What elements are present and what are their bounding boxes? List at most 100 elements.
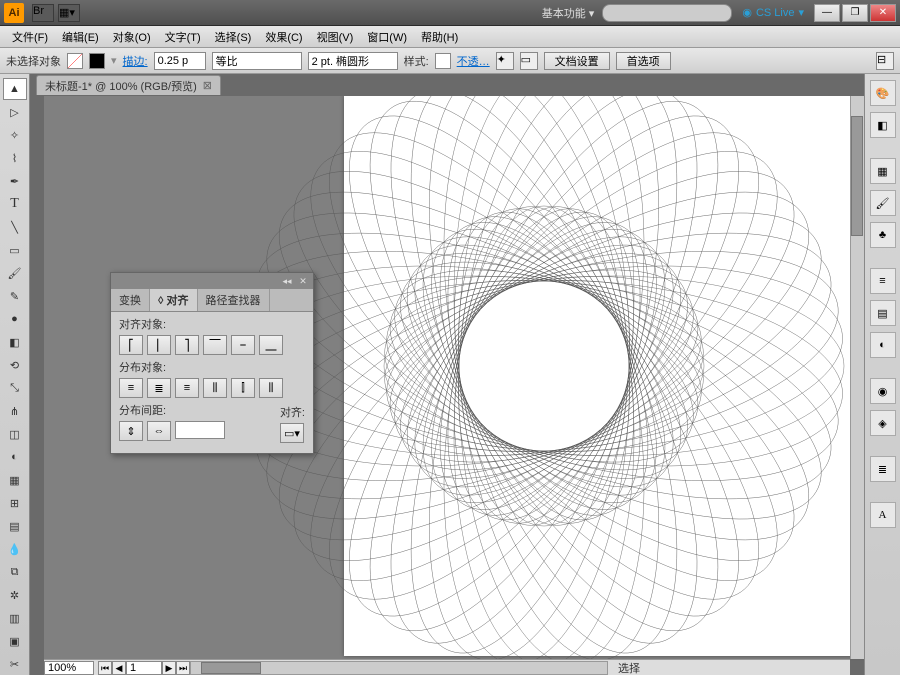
v-scroll-thumb[interactable] <box>851 116 863 236</box>
panel-header[interactable]: ◂◂ ✕ <box>111 273 313 289</box>
align-bottom-button[interactable]: ⎽ <box>259 335 283 355</box>
graph-tool[interactable]: ▥ <box>3 607 27 629</box>
line-tool[interactable]: ╲ <box>3 216 27 238</box>
dist-bottom-button[interactable]: ≡ <box>175 378 199 398</box>
dist-top-button[interactable]: ≡ <box>119 378 143 398</box>
menu-object[interactable]: 对象(O) <box>107 27 157 47</box>
vertical-scrollbar[interactable] <box>850 96 864 659</box>
document-tab[interactable]: 未标题-1* @ 100% (RGB/预览) ⊠ <box>36 75 221 95</box>
tab-close-icon[interactable]: ⊠ <box>203 79 212 92</box>
slice-tool[interactable]: ✂ <box>3 653 27 675</box>
rectangle-tool[interactable]: ▭ <box>3 239 27 261</box>
swatches-panel-icon[interactable]: ▦ <box>870 158 896 184</box>
menu-help[interactable]: 帮助(H) <box>415 27 464 47</box>
align-hcenter-button[interactable]: ⎢ <box>147 335 171 355</box>
color-guide-panel-icon[interactable]: ◧ <box>870 112 896 138</box>
prefs-button[interactable]: 首选项 <box>616 52 671 70</box>
align-to-button[interactable]: ▭▾ <box>280 423 304 443</box>
h-scroll-track[interactable] <box>190 661 608 675</box>
align-top-button[interactable]: ⎺ <box>203 335 227 355</box>
appearance-panel-icon[interactable]: ◉ <box>870 378 896 404</box>
magic-wand-tool[interactable]: ✧ <box>3 124 27 146</box>
transparency-panel-icon[interactable]: ◐ <box>870 332 896 358</box>
stroke-swatch[interactable] <box>89 53 105 69</box>
panel-collapse-icon[interactable]: ◂◂ <box>281 275 293 287</box>
menu-window[interactable]: 窗口(W) <box>361 27 413 47</box>
zoom-input[interactable] <box>44 661 94 675</box>
tab-transform[interactable]: 变换 <box>111 289 150 311</box>
brushes-panel-icon[interactable]: 🖌 <box>870 190 896 216</box>
bridge-button[interactable]: Br <box>32 4 54 22</box>
search-input[interactable] <box>602 4 732 22</box>
stroke-link[interactable]: 描边: <box>123 53 148 69</box>
symbols-panel-icon[interactable]: ♣ <box>870 222 896 248</box>
minimize-button[interactable]: — <box>814 4 840 22</box>
fill-swatch[interactable] <box>67 53 83 69</box>
lasso-tool[interactable]: ⌇ <box>3 147 27 169</box>
cslive-button[interactable]: ◉CS Live ▾ <box>742 6 804 19</box>
eyedropper-tool[interactable]: 💧 <box>3 538 27 560</box>
width-tool[interactable]: ⋔ <box>3 400 27 422</box>
character-panel-icon[interactable]: A <box>870 502 896 528</box>
rotate-tool[interactable]: ⟲ <box>3 354 27 376</box>
menu-select[interactable]: 选择(S) <box>209 27 258 47</box>
color-panel-icon[interactable]: 🎨 <box>870 80 896 106</box>
menu-type[interactable]: 文字(T) <box>159 27 207 47</box>
menu-view[interactable]: 视图(V) <box>311 27 360 47</box>
dist-right-button[interactable]: ⫼ <box>259 378 283 398</box>
page-input[interactable] <box>126 661 162 675</box>
align-right-button[interactable]: ⎤ <box>175 335 199 355</box>
first-page-button[interactable]: ⏮ <box>98 661 112 675</box>
opacity-link[interactable]: 不透… <box>457 53 490 69</box>
graphic-styles-panel-icon[interactable]: ◈ <box>870 410 896 436</box>
scale-tool[interactable]: ⤡ <box>3 377 27 399</box>
mesh-tool[interactable]: ⊞ <box>3 492 27 514</box>
selection-tool[interactable]: ▲ <box>3 78 27 100</box>
close-button[interactable]: ✕ <box>870 4 896 22</box>
stroke-weight-input[interactable] <box>154 52 206 70</box>
dist-left-button[interactable]: ⫼ <box>203 378 227 398</box>
free-transform-tool[interactable]: ◫ <box>3 423 27 445</box>
last-page-button[interactable]: ⏭ <box>176 661 190 675</box>
artboard[interactable] <box>344 96 864 656</box>
maximize-button[interactable]: ❐ <box>842 4 868 22</box>
dist-hcenter-button[interactable]: ⫿ <box>231 378 255 398</box>
menu-effect[interactable]: 效果(C) <box>259 27 308 47</box>
gradient-panel-icon[interactable]: ▤ <box>870 300 896 326</box>
next-page-button[interactable]: ▶ <box>162 661 176 675</box>
recolor-icon[interactable]: ✦ <box>496 52 514 70</box>
h-scroll-thumb[interactable] <box>201 662 261 674</box>
panel-toggle-icon[interactable]: ⊟ <box>876 52 894 70</box>
type-tool[interactable]: T <box>3 193 27 215</box>
arrange-dropdown[interactable]: ▦▾ <box>58 4 80 22</box>
brush-select[interactable] <box>308 52 398 70</box>
paintbrush-tool[interactable]: 🖌 <box>3 262 27 284</box>
tab-align[interactable]: ◊ 对齐 <box>150 289 198 311</box>
layers-panel-icon[interactable]: ≣ <box>870 456 896 482</box>
artboard-tool[interactable]: ▣ <box>3 630 27 652</box>
align-panel[interactable]: ◂◂ ✕ 变换 ◊ 对齐 路径查找器 对齐对象: ⎡ ⎢ ⎤ ⎺ ⎯ ⎽ 分布对… <box>110 272 314 454</box>
blob-brush-tool[interactable]: ● <box>3 308 27 330</box>
menu-edit[interactable]: 编辑(E) <box>56 27 105 47</box>
workspace-switcher[interactable]: 基本功能 ▾ <box>542 5 595 21</box>
menu-file[interactable]: 文件(F) <box>6 27 54 47</box>
eraser-tool[interactable]: ◧ <box>3 331 27 353</box>
tab-pathfinder[interactable]: 路径查找器 <box>198 289 270 311</box>
spacing-input[interactable] <box>175 421 225 439</box>
symbol-sprayer-tool[interactable]: ✲ <box>3 584 27 606</box>
blend-tool[interactable]: ⧉ <box>3 561 27 583</box>
direct-select-tool[interactable]: ▷ <box>3 101 27 123</box>
prev-page-button[interactable]: ◀ <box>112 661 126 675</box>
shape-builder-tool[interactable]: ◐ <box>3 446 27 468</box>
align-vcenter-button[interactable]: ⎯ <box>231 335 255 355</box>
dist-space-h-button[interactable]: ⇔ <box>147 421 171 441</box>
style-swatch[interactable] <box>435 53 451 69</box>
profile-select[interactable] <box>212 52 302 70</box>
doc-setup-button[interactable]: 文档设置 <box>544 52 610 70</box>
pen-tool[interactable]: ✒ <box>3 170 27 192</box>
perspective-tool[interactable]: ▦ <box>3 469 27 491</box>
pencil-tool[interactable]: ✎ <box>3 285 27 307</box>
stroke-panel-icon[interactable]: ≡ <box>870 268 896 294</box>
dist-vcenter-button[interactable]: ≣ <box>147 378 171 398</box>
panel-close-icon[interactable]: ✕ <box>297 275 309 287</box>
